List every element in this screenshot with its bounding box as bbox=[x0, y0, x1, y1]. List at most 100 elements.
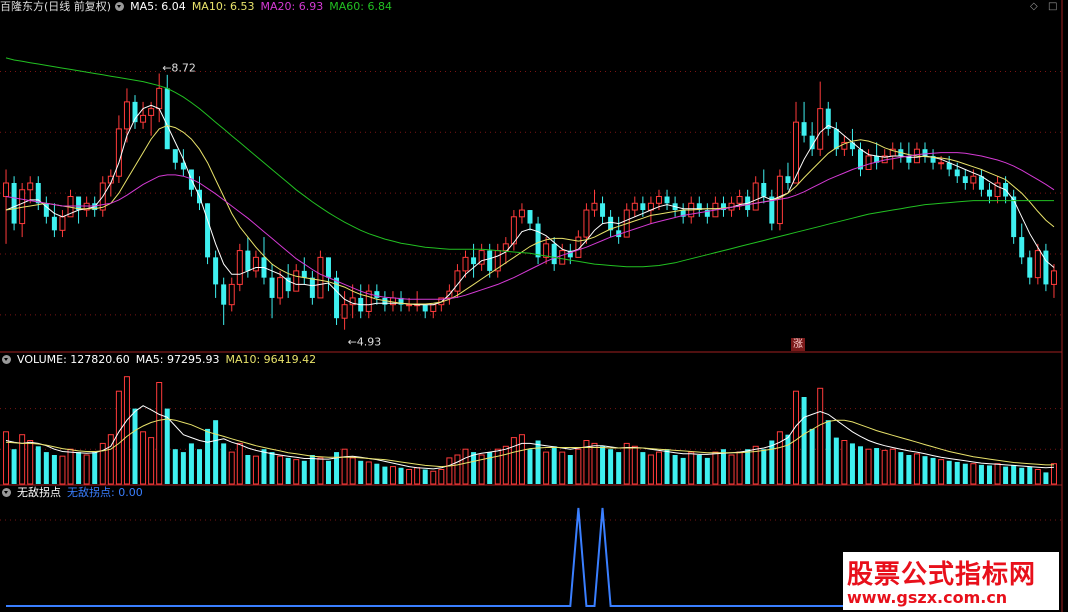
volume-bar bbox=[180, 452, 186, 484]
volume-bar bbox=[43, 452, 49, 484]
volume-bar bbox=[591, 442, 598, 485]
volume-bar bbox=[398, 467, 404, 484]
volume-bar bbox=[543, 451, 550, 485]
volume-bar bbox=[801, 397, 807, 484]
volume-bar bbox=[140, 431, 147, 485]
volume-bar bbox=[438, 469, 445, 485]
volume-bar bbox=[1019, 467, 1025, 484]
candle-body bbox=[922, 149, 928, 156]
volume-bar bbox=[382, 466, 388, 484]
volume-bar bbox=[672, 455, 678, 484]
volume-bar bbox=[11, 449, 17, 484]
volume-bar bbox=[664, 449, 670, 484]
volume-bar bbox=[1050, 463, 1057, 485]
volume-bar bbox=[833, 437, 839, 484]
volume-bar bbox=[389, 466, 396, 485]
high-price-label: ←8.72 bbox=[162, 61, 196, 74]
volume-bar bbox=[269, 452, 275, 484]
candle-body bbox=[817, 108, 824, 150]
candle-body bbox=[1027, 257, 1033, 278]
volume-bar bbox=[970, 463, 977, 485]
volume-bar bbox=[422, 469, 428, 484]
candle-body bbox=[213, 257, 219, 285]
volume-bar bbox=[776, 431, 783, 485]
volume-bar bbox=[865, 448, 872, 485]
volume-bar bbox=[325, 460, 331, 484]
volume-bar bbox=[535, 440, 541, 484]
candle-body bbox=[631, 202, 638, 211]
candle-body bbox=[115, 128, 122, 177]
volume-bar bbox=[623, 442, 630, 485]
volume-bar bbox=[341, 448, 348, 485]
volume-bar bbox=[156, 382, 163, 485]
volume-bar bbox=[1034, 469, 1041, 485]
volume-bar bbox=[261, 449, 267, 484]
volume-bar bbox=[494, 448, 501, 485]
candle-body bbox=[527, 210, 533, 224]
volume-bar bbox=[978, 464, 984, 484]
volume-bar bbox=[107, 434, 114, 485]
volume-bar bbox=[616, 452, 622, 484]
candle-body bbox=[27, 182, 34, 191]
watermark-title: 股票公式指标网 bbox=[847, 560, 1037, 590]
candle-body bbox=[341, 304, 348, 319]
candle-body bbox=[236, 250, 243, 285]
volume-bar bbox=[946, 460, 952, 484]
volume-bar bbox=[205, 428, 211, 484]
volume-bar bbox=[825, 420, 831, 484]
volume-bar bbox=[487, 452, 493, 484]
volume-bar bbox=[889, 448, 896, 485]
candle-body bbox=[309, 277, 315, 298]
rise-badge: 涨 bbox=[791, 338, 805, 351]
volume-bar bbox=[704, 457, 710, 484]
candle-body bbox=[559, 250, 566, 265]
candle-body bbox=[406, 304, 413, 307]
volume-bar bbox=[293, 459, 300, 485]
candle-body bbox=[954, 169, 960, 177]
volume-bar bbox=[841, 440, 848, 485]
volume-bar bbox=[164, 408, 170, 484]
volume-bar bbox=[27, 440, 34, 485]
candle-body bbox=[970, 175, 977, 184]
candle-body bbox=[962, 176, 968, 183]
candle-body bbox=[59, 216, 66, 231]
volume-bar bbox=[647, 454, 654, 485]
volume-bar bbox=[446, 457, 453, 485]
candle-body bbox=[123, 101, 130, 130]
stock-chart[interactable]: ←8.72 ←4.93 bbox=[0, 0, 1068, 612]
candle-body bbox=[752, 182, 759, 211]
candle-body bbox=[293, 270, 300, 292]
volume-bar bbox=[430, 470, 437, 485]
volume-bar bbox=[510, 437, 517, 485]
candle-body bbox=[454, 270, 461, 292]
watermark-url: www.gszx.com.cn bbox=[847, 588, 1008, 607]
volume-bar bbox=[688, 451, 695, 485]
volume-bar bbox=[454, 454, 461, 485]
candle-body bbox=[986, 189, 992, 197]
candle-body bbox=[938, 162, 945, 165]
candle-body bbox=[583, 209, 590, 238]
candle-body bbox=[422, 304, 428, 312]
volume-bar bbox=[527, 449, 533, 484]
volume-bar bbox=[252, 455, 259, 485]
volume-bar bbox=[745, 449, 751, 484]
volume-bar bbox=[898, 452, 904, 484]
volume-bar bbox=[502, 445, 509, 485]
volume-bar bbox=[575, 448, 582, 485]
candle-body bbox=[655, 196, 662, 204]
volume-bar bbox=[115, 390, 122, 485]
volume-bar bbox=[769, 440, 775, 484]
candle-body bbox=[1034, 250, 1041, 279]
candle-body bbox=[1043, 250, 1049, 285]
candle-body bbox=[600, 203, 606, 217]
volume-bar bbox=[471, 452, 477, 484]
volume-bar bbox=[213, 420, 219, 484]
volume-bar bbox=[551, 446, 557, 484]
volume-bar bbox=[736, 451, 743, 485]
ma-line-ma5 bbox=[5, 104, 1055, 306]
volume-bar bbox=[809, 428, 815, 484]
volume-bar bbox=[406, 469, 413, 485]
volume-bar bbox=[680, 457, 686, 484]
volume-bar bbox=[608, 449, 614, 484]
volume-bar bbox=[245, 455, 251, 484]
